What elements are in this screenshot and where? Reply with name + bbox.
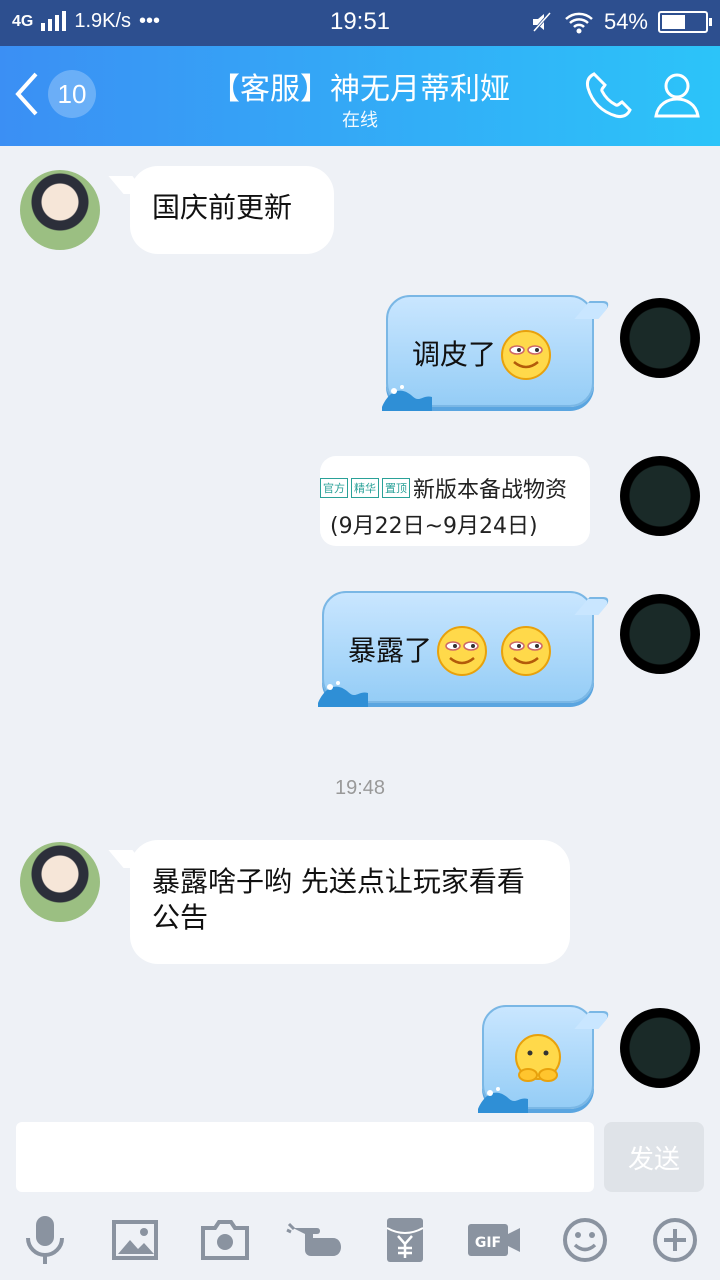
shy-emoji-icon	[515, 1034, 561, 1082]
card-tag: 官方	[320, 478, 348, 498]
message-input[interactable]	[16, 1122, 594, 1192]
wifi-icon	[565, 12, 593, 34]
online-status: 在线	[342, 110, 378, 131]
avatar-self[interactable]	[620, 594, 700, 674]
message-bubble-outgoing[interactable]: 调皮了	[382, 295, 594, 411]
chat-header: 10 【客服】神无月蒂利娅 在线	[0, 46, 720, 146]
avatar-self[interactable]	[620, 298, 700, 378]
message-bubble-incoming[interactable]: 国庆前更新	[130, 166, 334, 254]
announcement-card[interactable]: 官方 精华 置顶 新版本备战物资 (9月22日~9月24日)	[320, 456, 590, 546]
plus-icon	[653, 1218, 697, 1262]
back-button[interactable]: 10	[14, 70, 96, 118]
red-packet-icon	[386, 1218, 424, 1262]
battery-icon	[658, 11, 712, 33]
message-text: 调皮了	[412, 338, 497, 371]
profile-icon[interactable]	[652, 70, 702, 120]
image-button[interactable]	[105, 1210, 165, 1270]
poke-button[interactable]	[285, 1210, 345, 1270]
input-toolbar: GIF	[0, 1210, 720, 1272]
card-date: (9月22日~9月24日)	[330, 514, 538, 539]
card-tag: 精华	[351, 478, 379, 498]
message-bubble-outgoing[interactable]: 暴露了	[318, 591, 594, 707]
chat-title: 【客服】神无月蒂利娅	[210, 72, 510, 107]
wave-decoration-icon	[382, 385, 432, 411]
mic-icon	[26, 1216, 64, 1264]
camera-icon	[201, 1220, 249, 1260]
voice-button[interactable]	[15, 1210, 75, 1270]
avatar-self[interactable]	[620, 456, 700, 536]
gif-icon: GIF	[468, 1224, 520, 1256]
send-button[interactable]: 发送	[604, 1122, 704, 1192]
battery-percent: 54%	[603, 9, 648, 34]
avatar-support[interactable]	[20, 170, 100, 250]
red-packet-button[interactable]	[375, 1210, 435, 1270]
avatar-support[interactable]	[20, 842, 100, 922]
message-text: 暴露啥子哟 先送点让玩家看看公告	[152, 865, 525, 934]
unread-badge: 10	[48, 70, 96, 118]
message-bubble-outgoing[interactable]	[478, 1005, 594, 1113]
image-icon	[112, 1220, 158, 1260]
smirk-emoji-icon	[501, 330, 552, 380]
more-button[interactable]	[645, 1210, 705, 1270]
smirk-emoji-icon	[501, 626, 552, 676]
emoji-button[interactable]	[555, 1210, 615, 1270]
mute-icon	[532, 12, 552, 32]
gif-button[interactable]: GIF	[465, 1210, 525, 1270]
smirk-emoji-icon	[437, 626, 488, 676]
camera-button[interactable]	[195, 1210, 255, 1270]
back-icon	[15, 72, 38, 116]
message-text: 国庆前更新	[152, 191, 293, 224]
wave-decoration-icon	[478, 1087, 528, 1113]
card-title: 新版本备战物资	[413, 478, 568, 503]
svg-text:GIF: GIF	[475, 1235, 501, 1251]
card-tag: 置顶	[382, 478, 410, 498]
avatar-self[interactable]	[620, 1008, 700, 1088]
phone-icon[interactable]	[582, 70, 632, 120]
wave-decoration-icon	[318, 681, 368, 707]
emoji-icon	[563, 1218, 607, 1262]
poke-icon	[286, 1222, 341, 1256]
time-separator: 19:48	[334, 777, 386, 799]
status-bar: 4G 1.9K/s ••• 19:51 54%	[0, 0, 720, 46]
message-bubble-incoming[interactable]: 暴露啥子哟 先送点让玩家看看公告	[130, 840, 570, 964]
message-text: 暴露了	[348, 634, 433, 667]
